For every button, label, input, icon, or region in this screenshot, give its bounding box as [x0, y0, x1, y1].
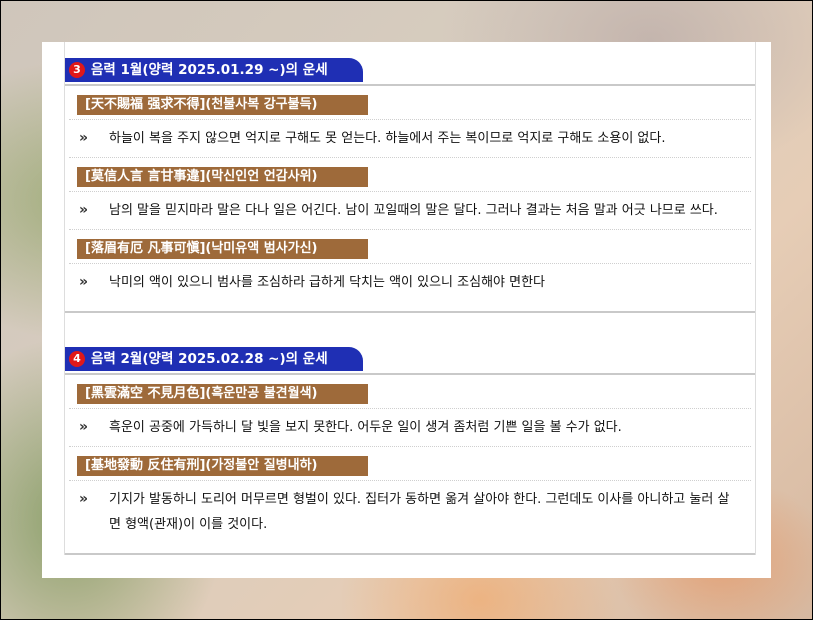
- fortune-item-text-row: » 하늘이 복을 주지 않으면 억지로 구해도 못 얻는다. 하늘에서 주는 복…: [69, 120, 751, 158]
- fortune-item-title: [黑雲滿空 不見月色](흑운만공 불견월색): [77, 384, 368, 404]
- section-number-badge: 4: [69, 351, 85, 367]
- section-number-badge: 3: [69, 62, 85, 78]
- month-section-1: 3 음력 1월(양력 2025.01.29 ~)의 운세 [天不賜福 强求不得]…: [65, 42, 755, 313]
- fortune-item-text: 흑운이 공중에 가득하니 달 빛을 보지 못한다. 어두운 일이 생겨 좀처럼 …: [109, 420, 622, 435]
- double-chevron-icon: »: [79, 274, 88, 290]
- section-title: 음력 2월(양력 2025.02.28 ~)의 운세: [91, 351, 328, 367]
- section-header: 3 음력 1월(양력 2025.01.29 ~)의 운세: [65, 58, 755, 86]
- fortune-item-title-row: [天不賜福 强求不得](천불사복 강구불득): [69, 86, 751, 120]
- section-tab: 4 음력 2월(양력 2025.02.28 ~)의 운세: [65, 347, 363, 371]
- fortune-content: 3 음력 1월(양력 2025.01.29 ~)의 운세 [天不賜福 强求不得]…: [64, 42, 756, 555]
- fortune-item-title: [基地發動 反住有刑](가정불안 질병내하): [77, 456, 368, 476]
- fortune-items: [黑雲滿空 不見月色](흑운만공 불견월색) » 흑운이 공중에 가득하니 달 …: [65, 375, 755, 555]
- fortune-item-title: [莫信人言 言甘事違](막신인언 언감사위): [77, 167, 368, 187]
- fortune-items: [天不賜福 强求不得](천불사복 강구불득) » 하늘이 복을 주지 않으면 억…: [65, 86, 755, 313]
- section-tab: 3 음력 1월(양력 2025.01.29 ~)의 운세: [65, 58, 363, 82]
- double-chevron-icon: »: [79, 491, 88, 507]
- fortune-item-title-row: [落眉有厄 凡事可愼](낙미유액 범사가신): [69, 230, 751, 264]
- double-chevron-icon: »: [79, 419, 88, 435]
- fortune-item-text-row: » 흑운이 공중에 가득하니 달 빛을 보지 못한다. 어두운 일이 생겨 좀처…: [69, 409, 751, 447]
- section-title: 음력 1월(양력 2025.01.29 ~)의 운세: [91, 62, 328, 78]
- fortune-item-text: 낙미의 액이 있으니 범사를 조심하라 급하게 닥치는 액이 있으니 조심해야 …: [109, 275, 546, 290]
- fortune-item-title: [天不賜福 强求不得](천불사복 강구불득): [77, 95, 368, 115]
- double-chevron-icon: »: [79, 130, 88, 146]
- fortune-panel: 3 음력 1월(양력 2025.01.29 ~)의 운세 [天不賜福 强求不得]…: [42, 42, 771, 578]
- double-chevron-icon: »: [79, 202, 88, 218]
- fortune-item-text-row: » 기지가 발동하니 도리어 머무르면 형벌이 있다. 집터가 동하면 옮겨 살…: [69, 481, 751, 543]
- fortune-item-title-row: [基地發動 反住有刑](가정불안 질병내하): [69, 447, 751, 481]
- fortune-item-text: 하늘이 복을 주지 않으면 억지로 구해도 못 얻는다. 하늘에서 주는 복이므…: [109, 131, 666, 146]
- month-section-2: 4 음력 2월(양력 2025.02.28 ~)의 운세 [黑雲滿空 不見月色]…: [65, 331, 755, 555]
- fortune-item-title-row: [黑雲滿空 不見月色](흑운만공 불견월색): [69, 375, 751, 409]
- fortune-item-title-row: [莫信人言 言甘事違](막신인언 언감사위): [69, 158, 751, 192]
- section-header: 4 음력 2월(양력 2025.02.28 ~)의 운세: [65, 347, 755, 375]
- fortune-item-text: 기지가 발동하니 도리어 머무르면 형벌이 있다. 집터가 동하면 옮겨 살아야…: [109, 492, 730, 532]
- fortune-item-title: [落眉有厄 凡事可愼](낙미유액 범사가신): [77, 239, 368, 259]
- fortune-item-text-row: » 낙미의 액이 있으니 범사를 조심하라 급하게 닥치는 액이 있으니 조심해…: [69, 264, 751, 301]
- fortune-item-text: 남의 말을 믿지마라 말은 다나 일은 어긴다. 남이 꼬일때의 말은 달다. …: [109, 203, 718, 218]
- fortune-item-text-row: » 남의 말을 믿지마라 말은 다나 일은 어긴다. 남이 꼬일때의 말은 달다…: [69, 192, 751, 230]
